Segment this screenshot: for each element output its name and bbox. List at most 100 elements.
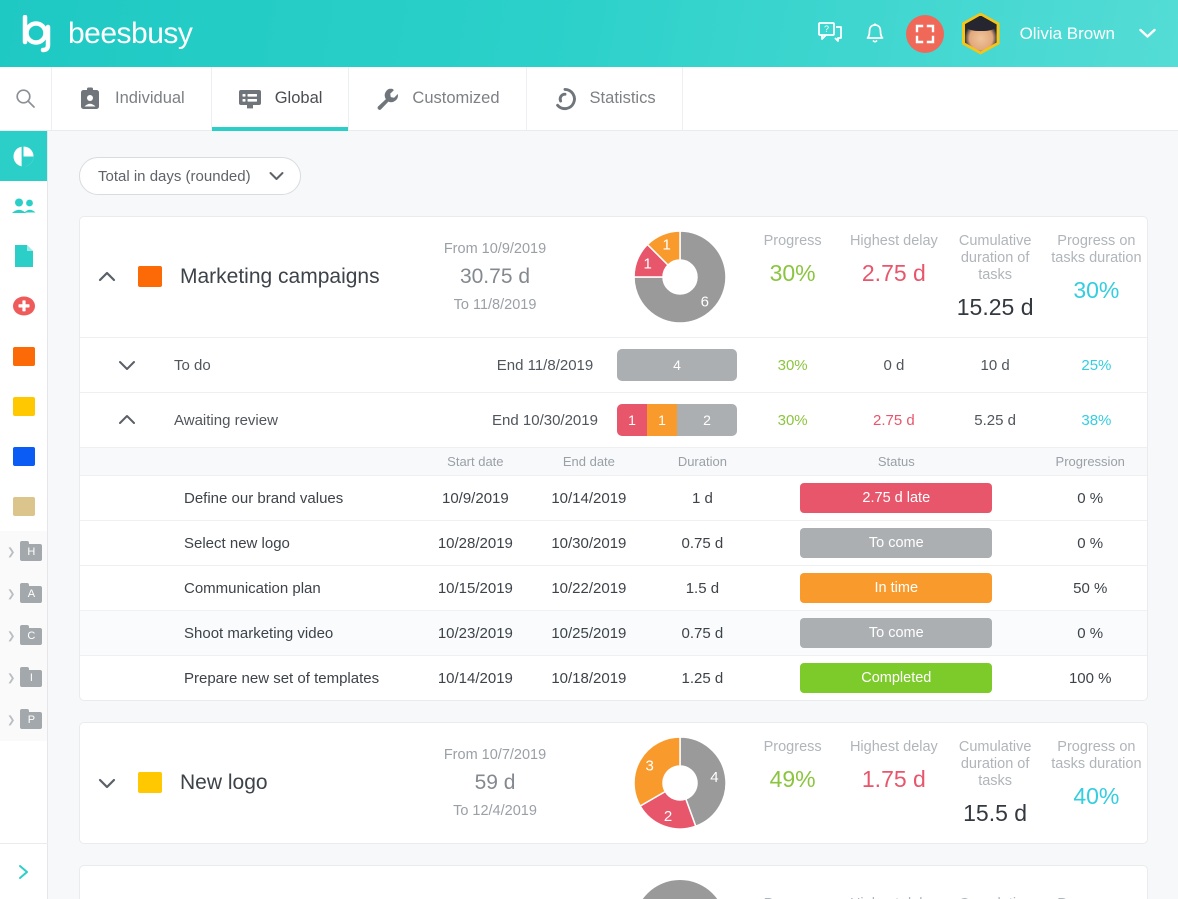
task-start-date: 10/14/2019 [437,669,513,687]
header-actions: ? Olivia Brown [818,12,1156,55]
task-end-date: 10/14/2019 [551,489,627,507]
group-expand-toggle[interactable] [80,414,174,427]
briefcase-icon [12,496,35,516]
project-card: From 10/9/201910ProgressHighest delayCum… [79,865,1148,899]
board-icon [238,87,262,111]
table-row[interactable]: Select new logo 10/28/2019 10/30/2019 0.75 … [80,520,1147,565]
table-row[interactable]: Define our brand values 10/9/2019 10/14/20… [80,475,1147,520]
sidebar-folder-c[interactable]: ❯ C [0,615,47,657]
project-to: To 11/8/2019 [453,297,537,313]
folder-icon: P [20,708,43,729]
table-row[interactable]: Shoot marketing video 10/23/2019 10/25/201… [80,610,1147,655]
task-name: Shoot marketing video [184,624,334,642]
task-end-date: 10/30/2019 [551,534,627,552]
metric-label: Progress [763,739,822,755]
status-badge[interactable]: In time [800,573,993,603]
app-header: beesbusy ? Olivia Brown [0,0,1178,67]
task-status-cell: To come [759,528,1033,558]
sidebar-item-add[interactable] [0,281,47,331]
group-metrics: 30% 0 d 10 d 25% [742,357,1147,374]
sidebar-item-project-marketing[interactable] [0,331,47,381]
briefcase-icon [12,446,35,466]
people-icon [11,197,37,215]
fullscreen-button[interactable] [905,14,944,53]
sidebar-folder-h[interactable]: ❯ H [0,531,47,573]
donut-slice-label: 1 [662,237,670,254]
tab-global[interactable]: Global [211,67,350,131]
tab-label: Global [274,89,323,107]
metric-label: Progress on tasks duration [1051,739,1142,772]
sidebar-item-project-new-logo[interactable] [0,381,47,431]
group-end-date: End 10/30/2019 [492,411,598,429]
sidebar-folder-p[interactable]: ❯ P [0,699,47,741]
task-name: Define our brand values [184,489,344,507]
metric-highest-delay: Highest delay 1.75 d [843,739,944,827]
tab-customized[interactable]: Customized [349,67,527,130]
group-expand-toggle[interactable] [80,359,174,372]
unit-select[interactable]: Total in days (rounded) [79,157,301,195]
project-dates: From 10/9/2019 30.75 d To 11/8/2019 [415,235,575,319]
project-header[interactable]: New logo From 10/7/2019 59 d To 12/4/2019 4 2… [80,723,1147,843]
group-metric-progress: 30% [777,411,808,429]
metric-label: Cumulative duration of tasks [945,896,1046,899]
project-donut: 4 2 3 [620,735,740,831]
group-metrics: 30% 2.75 d 5.25 d 38% [742,412,1147,429]
chevron-right-icon: ❯ [7,672,16,684]
sidebar-expand-button[interactable] [0,843,48,899]
status-badge[interactable]: To come [800,528,993,558]
chevron-down-icon[interactable] [1139,28,1156,39]
avatar[interactable] [961,12,1000,55]
tab-bar: Individual Global Customized Statistics [0,67,1178,131]
status-bar-segment: 4 [617,349,737,381]
table-row[interactable]: Communication plan 10/15/2019 10/22/2019 1.… [80,565,1147,610]
metric-value: 15.25 d [956,294,1034,320]
metric-label: Highest delay [849,739,938,755]
brand-name: beesbusy [68,16,193,50]
sidebar-folder-i[interactable]: ❯ I [0,657,47,699]
status-badge[interactable]: Completed [800,663,993,693]
project-header[interactable]: From 10/9/201910ProgressHighest delayCum… [80,866,1147,899]
project-expand-toggle[interactable] [80,271,134,284]
folder-icon: A [20,582,43,603]
chat-help-icon[interactable]: ? [818,21,844,47]
sidebar-item-project-tan[interactable] [0,481,47,531]
status-badge[interactable]: 2.75 d late [800,483,993,513]
table-row[interactable]: Prepare new set of templates 10/14/2019 10… [80,655,1147,700]
group-row[interactable]: To do End 11/8/2019 4 30% 0 d 10 d 25% [80,337,1147,392]
tab-label: Statistics [589,89,656,107]
sidebar-item-documents[interactable] [0,231,47,281]
search-icon[interactable] [0,67,52,130]
project-expand-toggle[interactable] [80,777,134,790]
col-status: Status [877,454,915,469]
task-start-date: 10/23/2019 [437,624,513,642]
metric-cumulative-duration: Cumulative duration of tasks 15.25 d [945,233,1046,321]
col-duration: Duration [677,454,727,469]
task-status-cell: Completed [759,663,1033,693]
metric-progress-on-duration: Progress on tasks duration 40% [1046,739,1147,827]
folder-icon: I [20,666,43,687]
tab-individual[interactable]: Individual [52,67,212,130]
tab-statistics[interactable]: Statistics [527,67,683,130]
sidebar-item-dashboard[interactable] [0,131,47,181]
notification-bell-icon[interactable] [862,21,888,47]
project-card: New logo From 10/7/2019 59 d To 12/4/2019 4 2… [79,722,1148,844]
group-status-bar: 4 [617,349,737,381]
group-end-date: End 11/8/2019 [496,356,594,374]
donut-slice-label: 2 [664,808,672,825]
task-progression: 50 % [1073,579,1108,597]
project-header[interactable]: Marketing campaigns From 10/9/2019 30.75 d… [80,217,1147,337]
sidebar-item-project-blue[interactable] [0,431,47,481]
group-metric-cumulative: 10 d [980,356,1010,374]
task-duration: 0.75 d [681,534,724,552]
metric-value: 30% [1073,277,1120,303]
status-badge[interactable]: To come [800,618,993,648]
group-row[interactable]: Awaiting review End 10/30/2019 1 1 2 30% 2.75 … [80,392,1147,447]
project-to: To 12/4/2019 [453,803,537,819]
folder-letter: P [27,714,36,726]
metric-label: Progress [742,896,843,899]
sidebar-folder-a[interactable]: ❯ A [0,573,47,615]
project-card: Marketing campaigns From 10/9/2019 30.75 d… [79,216,1148,701]
donut-slice-label: 3 [646,758,654,775]
brand-logo[interactable]: beesbusy [22,14,193,53]
sidebar-item-team[interactable] [0,181,47,231]
